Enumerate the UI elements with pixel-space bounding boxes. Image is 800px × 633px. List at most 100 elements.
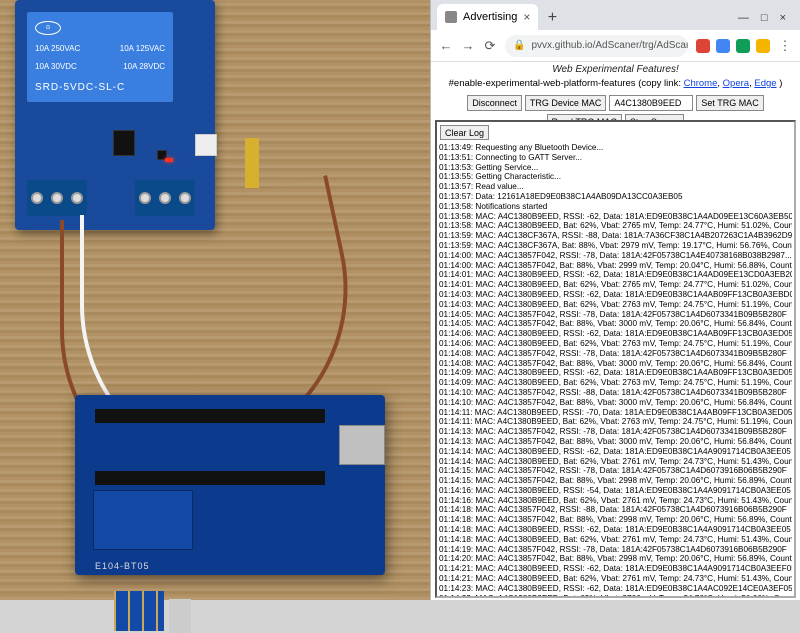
nav-forward-icon[interactable]: → [461,39,475,53]
tab-title: Advertising [463,11,517,23]
log-line: 01:14:23: MAC: A4C1380B9EED, Bat: 62%, V… [439,594,792,598]
terminal-left [27,180,87,216]
log-line: 01:14:18: MAC: A4C1380B9EED, RSSI: -62, … [439,525,792,535]
log-line: 01:14:03: MAC: A4C1380B9EED, RSSI: -62, … [439,290,792,300]
ext-icon-4[interactable] [756,39,770,53]
relay-chip [113,130,135,156]
nav-back-icon[interactable]: ← [439,39,453,53]
log-line: 01:14:10: MAC: A4C13857F042, Bat: 88%, V… [439,398,792,408]
set-trg-button[interactable]: Set TRG MAC [696,95,763,111]
extension-icons [696,39,770,53]
log-line: 01:14:11: MAC: A4C1380B9EED, RSSI: -70, … [439,408,792,418]
log-line: 01:14:20: MAC: A4C13857F042, Bat: 88%, V… [439,554,792,564]
log-line: 01:13:49: Requesting any Bluetooth Devic… [439,143,792,153]
log-line: 01:14:08: MAC: A4C13857F042, Bat: 88%, V… [439,359,792,369]
log-line: 01:13:58: MAC: A4C1380B9EED, Bat: 62%, V… [439,221,792,231]
log-panel: Clear Log 01:13:49: Requesting any Bluet… [435,120,796,598]
address-bar: ← → ⟳ 🔒 pvvx.github.io/AdScaner/trg/AdSc… [431,30,800,62]
log-line: 01:14:00: MAC: A4C13857F042, Bat: 88%, V… [439,261,792,271]
relay-module: ⊙ 10A 250VAC 10A 125VAC 10A 30VDC 10A 28… [15,0,215,230]
log-body[interactable]: 01:13:49: Requesting any Bluetooth Devic… [437,143,794,598]
log-line: 01:14:16: MAC: A4C1380B9EED, RSSI: -54, … [439,486,792,496]
log-line: 01:14:15: MAC: A4C13857F042, Bat: 88%, V… [439,476,792,486]
log-line: 01:14:05: MAC: A4C13857F042, Bat: 88%, V… [439,319,792,329]
log-line: 01:14:10: MAC: A4C13857F042, RSSI: -88, … [439,388,792,398]
header-top [95,409,325,423]
relay-cube: ⊙ 10A 250VAC 10A 125VAC 10A 30VDC 10A 28… [27,12,173,102]
log-line: 01:14:13: MAC: A4C13857F042, RSSI: -78, … [439,427,792,437]
relay-rating-1a: 10A 250VAC [35,44,80,53]
ext-icon-1[interactable] [696,39,710,53]
log-line: 01:13:57: Data: 12161A18ED9E0B38C1A4AB09… [439,192,792,202]
mcu-silk: E104-BT05 [95,561,150,571]
nav-reload-icon[interactable]: ⟳ [483,39,497,53]
tab-close-icon[interactable]: × [523,10,530,24]
log-line: 01:14:09: MAC: A4C1380B9EED, Bat: 62%, V… [439,378,792,388]
ext-icon-2[interactable] [716,39,730,53]
log-line: 01:14:01: MAC: A4C1380B9EED, Bat: 62%, V… [439,280,792,290]
log-line: 01:14:18: MAC: A4C1380B9EED, Bat: 62%, V… [439,535,792,545]
link-edge[interactable]: Edge [754,78,776,89]
jumper-block [245,138,259,188]
log-line: 01:14:05: MAC: A4C13857F042, RSSI: -78, … [439,310,792,320]
mcu-board: E104-BT05 [75,395,385,575]
browser-window: Advertising × + — □ × ← → ⟳ 🔒 pvvx.githu… [430,0,800,600]
log-line: 01:14:06: MAC: A4C1380B9EED, RSSI: -62, … [439,329,792,339]
antenna-trace [114,591,164,631]
log-line: 01:14:18: MAC: A4C13857F042, Bat: 88%, V… [439,515,792,525]
link-chrome[interactable]: Chrome [684,78,718,89]
lock-icon: 🔒 [513,40,525,51]
header-bottom [95,471,325,485]
disconnect-button[interactable]: Disconnect [467,95,522,111]
relay-rating-2a: 10A 30VDC [35,62,77,71]
log-line: 01:13:59: MAC: A4C138CF367A, RSSI: -88, … [439,231,792,241]
flag-line: #enable-experimental-web-platform-featur… [431,77,800,93]
log-line: 01:13:58: MAC: A4C1380B9EED, RSSI: -62, … [439,212,792,222]
browser-menu-icon[interactable]: ⋮ [778,39,792,53]
relay-rating-1b: 10A 125VAC [120,44,165,53]
log-line: 01:13:58: Notifications started [439,202,792,212]
hardware-photo: ⊙ 10A 250VAC 10A 125VAC 10A 30VDC 10A 28… [0,0,430,600]
favicon [445,11,457,23]
log-line: 01:14:23: MAC: A4C1380B9EED, RSSI: -62, … [439,584,792,594]
url-field[interactable]: 🔒 pvvx.github.io/AdScaner/trg/AdScaner..… [505,35,688,57]
log-line: 01:14:16: MAC: A4C1380B9EED, Bat: 62%, V… [439,496,792,506]
log-line: 01:14:21: MAC: A4C1380B9EED, RSSI: -62, … [439,564,792,574]
log-line: 01:14:11: MAC: A4C1380B9EED, Bat: 62%, V… [439,417,792,427]
link-opera[interactable]: Opera [723,78,749,89]
relay-rating-2b: 10A 28VDC [123,62,165,71]
log-line: 01:14:18: MAC: A4C13857F042, RSSI: -88, … [439,505,792,515]
trg-mac-label-button[interactable]: TRG Device MAC [525,95,607,111]
page-content: Web Experimental Features! #enable-exper… [431,62,800,600]
relay-logo: ⊙ [35,21,61,35]
log-line: 01:13:51: Connecting to GATT Server... [439,153,792,163]
window-close-icon[interactable]: × [780,12,786,24]
log-line: 01:14:09: MAC: A4C1380B9EED, RSSI: -62, … [439,368,792,378]
log-line: 01:13:57: Read value... [439,182,792,192]
log-line: 01:14:00: MAC: A4C13857F042, RSSI: -78, … [439,251,792,261]
log-line: 01:14:13: MAC: A4C13857F042, Bat: 88%, V… [439,437,792,447]
relay-model: SRD-5VDC-SL-C [35,80,165,93]
log-line: 01:14:21: MAC: A4C1380B9EED, Bat: 62%, V… [439,574,792,584]
log-line: 01:14:19: MAC: A4C13857F042, RSSI: -78, … [439,545,792,555]
window-minimize-icon[interactable]: — [738,12,749,24]
clear-log-button[interactable]: Clear Log [440,125,489,140]
usb-port [339,425,385,465]
log-line: 01:13:53: Getting Service... [439,163,792,173]
log-line: 01:13:55: Getting Characteristic... [439,172,792,182]
ble-shield [169,599,191,633]
log-line: 01:14:14: MAC: A4C1380B9EED, Bat: 62%, V… [439,457,792,467]
mac-input[interactable] [609,95,693,111]
browser-tab[interactable]: Advertising × [437,4,538,30]
window-maximize-icon[interactable]: □ [761,12,768,24]
log-line: 01:14:15: MAC: A4C13857F042, RSSI: -78, … [439,466,792,476]
jst-connector [195,134,217,156]
log-line: 01:14:14: MAC: A4C1380B9EED, RSSI: -62, … [439,447,792,457]
log-line: 01:14:08: MAC: A4C13857F042, RSSI: -78, … [439,349,792,359]
titlebar: Advertising × + — □ × [431,0,800,30]
status-led [165,158,173,162]
url-text: pvvx.github.io/AdScaner/trg/AdScaner... [531,40,688,51]
new-tab-button[interactable]: + [542,9,562,30]
log-line: 01:14:03: MAC: A4C1380B9EED, Bat: 62%, V… [439,300,792,310]
ext-icon-3[interactable] [736,39,750,53]
